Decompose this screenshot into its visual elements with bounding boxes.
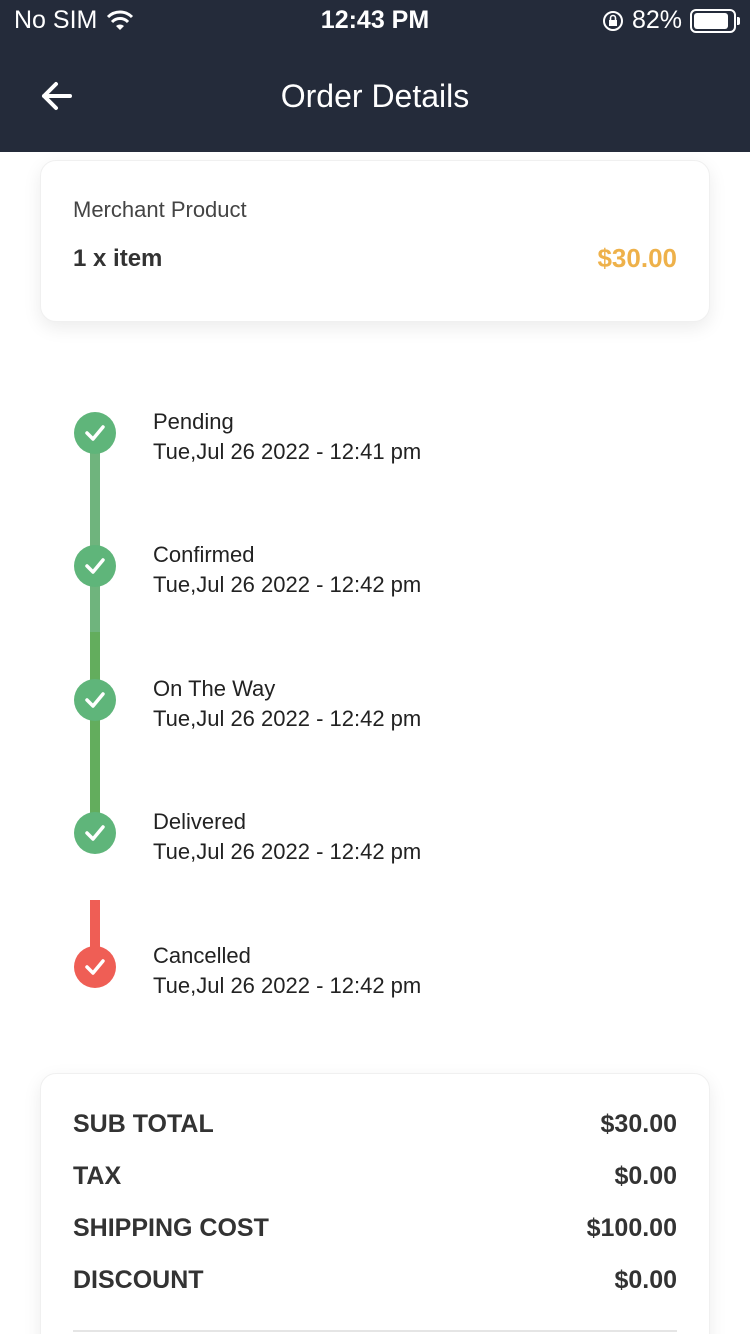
shipping-label: SHIPPING COST [73, 1213, 269, 1242]
status-right: 82% [602, 6, 740, 35]
subtotal-label: SUB TOTAL [73, 1109, 214, 1138]
step-status: Pending [153, 409, 234, 434]
rotation-lock-icon [602, 10, 623, 31]
product-price: $30.00 [597, 243, 677, 273]
product-card: Merchant Product 1 x item $30.00 [40, 160, 710, 322]
step-status: Delivered [153, 809, 246, 834]
check-circle-icon [74, 545, 116, 587]
check-circle-icon [74, 412, 116, 454]
tax-label: TAX [73, 1161, 122, 1190]
battery-icon [690, 8, 740, 33]
shipping-value: $100.00 [586, 1213, 677, 1242]
discount-value: $0.00 [614, 1265, 677, 1294]
step-datetime: Tue,Jul 26 2022 - 12:42 pm [153, 572, 422, 597]
subtotal-value: $30.00 [600, 1109, 677, 1138]
check-circle-icon [74, 812, 116, 854]
status-bar: No SIM 12:43 PM 82% [0, 0, 750, 40]
nav-bar: Order Details [0, 40, 750, 152]
product-label: Merchant Product [73, 197, 247, 222]
timeline-step-cancelled: Cancelled Tue,Jul 26 2022 - 12:42 pm [0, 924, 750, 1054]
battery-percent: 82% [631, 6, 682, 34]
summary-row-discount: DISCOUNT $0.00 [73, 1260, 677, 1300]
step-status: Confirmed [153, 542, 255, 567]
step-status: On The Way [153, 676, 276, 701]
page-title: Order Details [280, 78, 470, 114]
app-header: No SIM 12:43 PM 82% Order Details [0, 0, 750, 152]
step-status: Cancelled [153, 943, 251, 968]
timeline-step-pending: Pending Tue,Jul 26 2022 - 12:41 pm [0, 390, 750, 520]
check-circle-icon [74, 679, 116, 721]
summary-divider [73, 1330, 677, 1332]
summary-row-tax: TAX $0.00 [73, 1156, 677, 1196]
product-quantity: 1 x item [73, 245, 163, 272]
step-datetime: Tue,Jul 26 2022 - 12:42 pm [153, 973, 422, 998]
check-circle-icon [74, 946, 116, 988]
step-datetime: Tue,Jul 26 2022 - 12:42 pm [153, 839, 422, 864]
order-summary-card: SUB TOTAL $30.00 TAX $0.00 SHIPPING COST… [40, 1073, 710, 1334]
summary-row-subtotal: SUB TOTAL $30.00 [73, 1104, 677, 1144]
discount-label: DISCOUNT [73, 1265, 204, 1294]
timeline-step-on-the-way: On The Way Tue,Jul 26 2022 - 12:42 pm [0, 657, 750, 787]
step-datetime: Tue,Jul 26 2022 - 12:42 pm [153, 706, 422, 731]
order-timeline: Pending Tue,Jul 26 2022 - 12:41 pm Confi… [0, 390, 750, 1030]
timeline-step-delivered: Delivered Tue,Jul 26 2022 - 12:42 pm [0, 790, 750, 920]
tax-value: $0.00 [614, 1161, 677, 1190]
step-datetime: Tue,Jul 26 2022 - 12:41 pm [153, 439, 422, 464]
timeline-step-confirmed: Confirmed Tue,Jul 26 2022 - 12:42 pm [0, 523, 750, 653]
summary-row-shipping: SHIPPING COST $100.00 [73, 1208, 677, 1248]
